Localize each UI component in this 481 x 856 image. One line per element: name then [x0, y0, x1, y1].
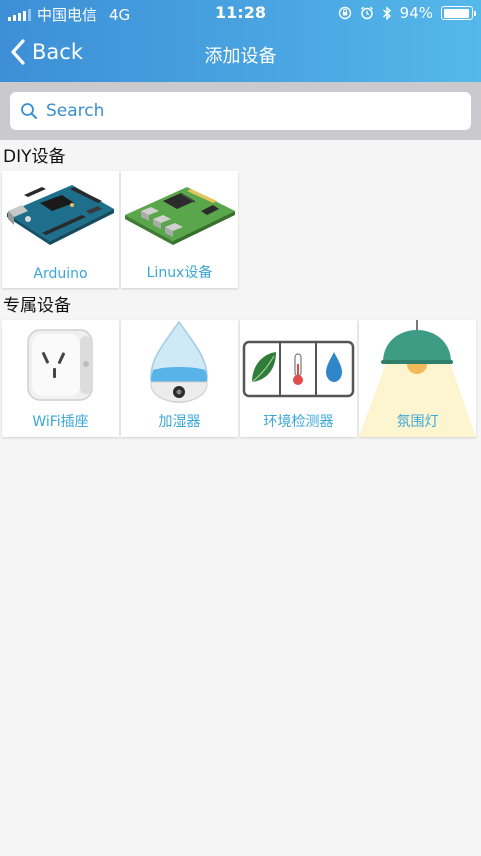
device-label: 环境检测器 — [263, 414, 334, 430]
battery-level-fill — [443, 8, 469, 18]
device-label: 氛围灯 — [396, 414, 439, 430]
diy-device-grid: Arduino Linux设备 — [2, 171, 238, 288]
exclusive-device-grid: WiFi插座 加湿器 环境检测器 氛围灯 — [2, 320, 476, 437]
device-card-linux[interactable]: Linux设备 — [121, 171, 238, 288]
orientation-lock-icon — [338, 6, 351, 20]
device-label: 加湿器 — [158, 414, 201, 430]
back-button[interactable]: Back — [10, 38, 83, 66]
arduino-board-icon — [2, 171, 119, 261]
device-card-arduino[interactable]: Arduino — [2, 171, 119, 288]
section-title-exclusive: 专属设备 — [3, 296, 71, 316]
search-icon — [21, 103, 37, 119]
device-label: Arduino — [33, 266, 88, 282]
status-bar: 中国电信 4G 11:28 94% — [0, 0, 481, 26]
device-card-environment-sensor[interactable]: 环境检测器 — [240, 320, 357, 437]
wifi-socket-icon — [2, 320, 119, 410]
app-header: 中国电信 4G 11:28 94% Back 添加设备 — [0, 0, 481, 82]
device-card-wifi-socket[interactable]: WiFi插座 — [2, 320, 119, 437]
humidifier-icon — [121, 320, 238, 410]
back-label: Back — [32, 40, 83, 64]
status-right: 94% — [338, 4, 476, 22]
search-input[interactable]: Search — [10, 92, 471, 130]
alarm-icon — [360, 6, 373, 20]
device-label: WiFi插座 — [32, 414, 89, 430]
device-card-ambient-lamp[interactable]: 氛围灯 — [359, 320, 476, 437]
chevron-left-icon — [11, 39, 25, 65]
battery-icon — [441, 6, 476, 20]
search-placeholder: Search — [46, 101, 105, 121]
environment-sensor-icon — [240, 320, 357, 410]
battery-percent: 94% — [399, 4, 433, 22]
navigation-bar: Back 添加设备 — [0, 26, 481, 82]
device-label: Linux设备 — [146, 265, 213, 281]
bluetooth-icon — [382, 5, 391, 20]
search-bar: Search — [0, 82, 481, 140]
device-card-humidifier[interactable]: 加湿器 — [121, 320, 238, 437]
section-title-diy: DIY设备 — [3, 147, 66, 167]
ambient-lamp-icon — [359, 320, 476, 437]
linux-board-icon — [121, 171, 238, 261]
